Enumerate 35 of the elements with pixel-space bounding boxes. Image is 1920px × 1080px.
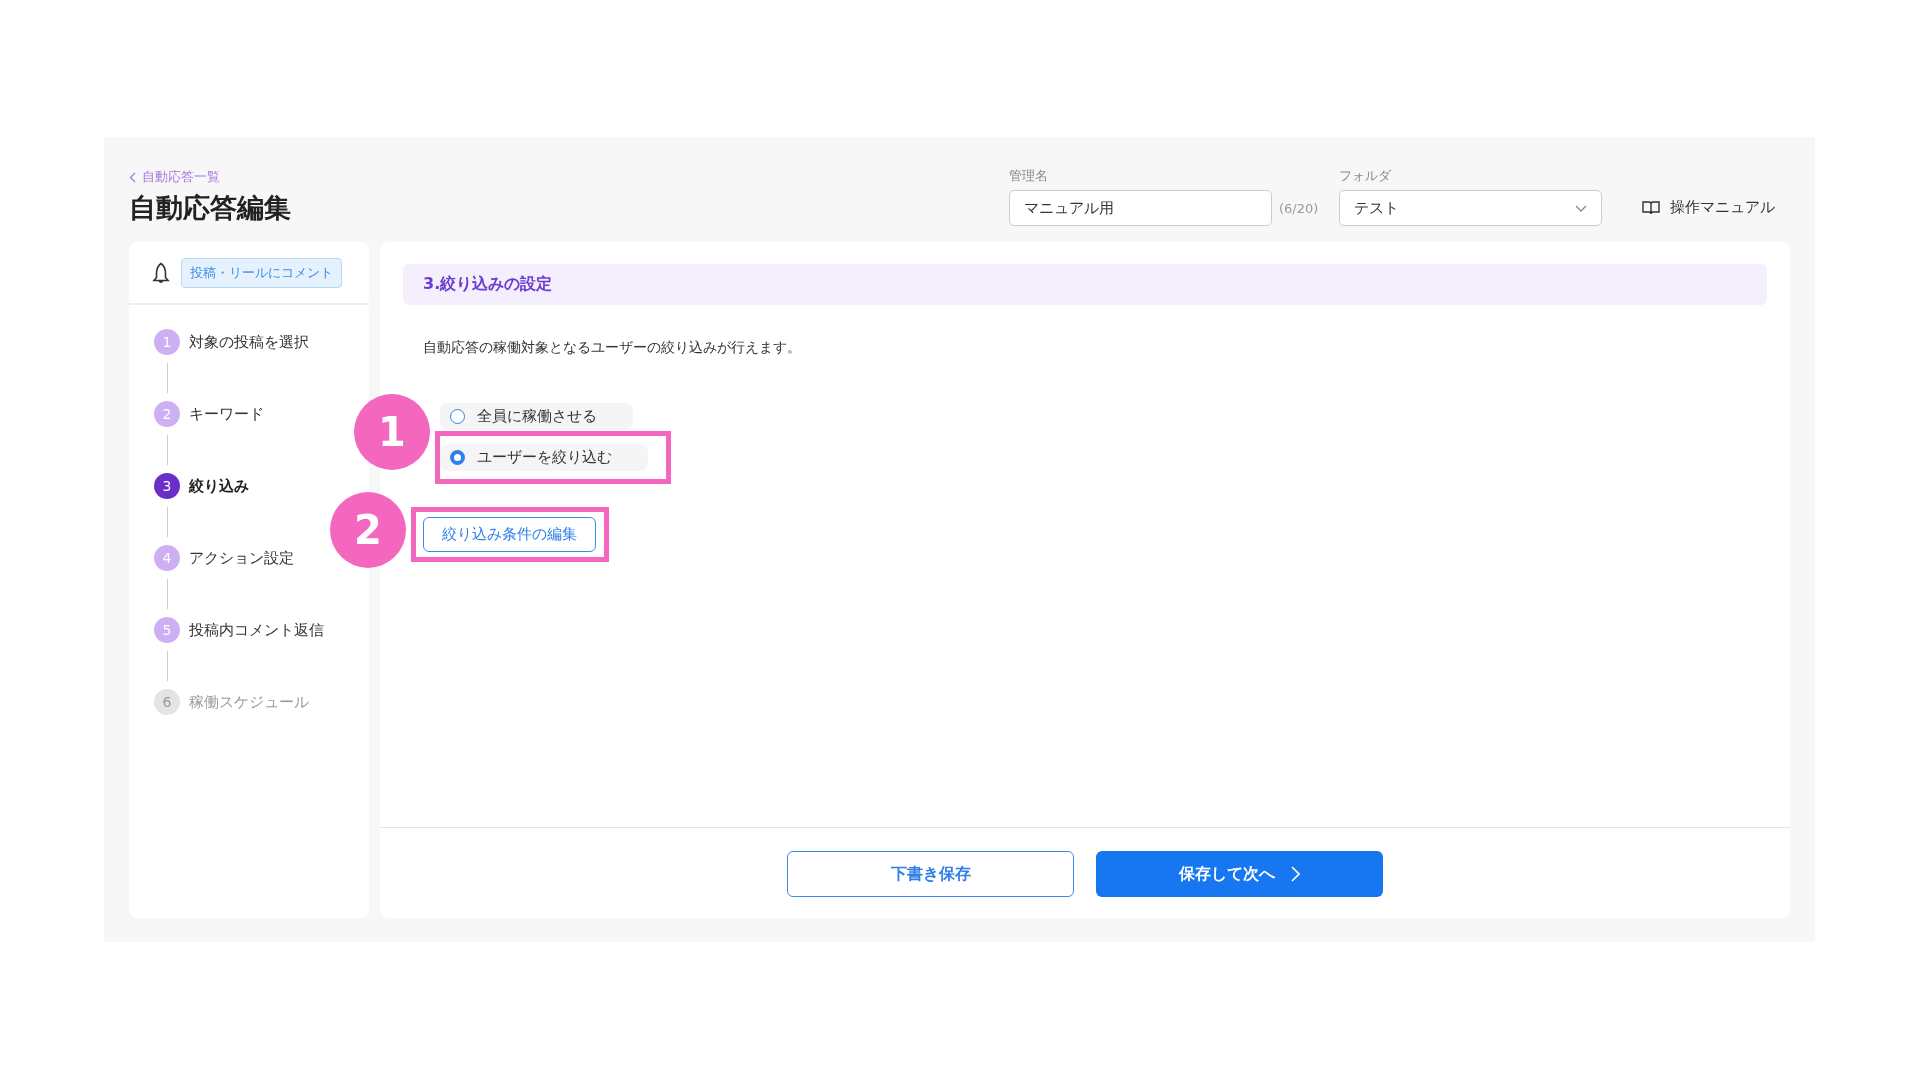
type-tag: 投稿・リールにコメント <box>181 258 342 288</box>
step-number: 1 <box>154 329 180 355</box>
step-number: 3 <box>154 473 180 499</box>
step-label[interactable]: 投稿内コメント返信 <box>189 620 324 640</box>
manual-link[interactable]: 操作マニュアル <box>1642 198 1775 217</box>
annotation-marker: 1 <box>354 394 430 470</box>
step-number: 5 <box>154 617 180 643</box>
radio-icon[interactable] <box>450 409 465 424</box>
step-label[interactable]: 対象の投稿を選択 <box>189 332 309 352</box>
chevron-left-icon <box>129 171 136 183</box>
save-next-button[interactable]: 保存して次へ <box>1096 851 1383 897</box>
section-description: 自動応答の稼働対象となるユーザーの絞り込みが行えます。 <box>423 339 802 357</box>
annotation-marker: 2 <box>330 492 406 568</box>
chevron-down-icon <box>1575 204 1587 212</box>
field-label: 管理名 <box>1009 167 1049 185</box>
step-label[interactable]: アクション設定 <box>189 548 294 568</box>
chevron-right-icon <box>1291 866 1300 882</box>
step-number: 6 <box>154 689 180 715</box>
radio-option[interactable]: ユーザーを絞り込む <box>440 444 648 471</box>
bell-icon <box>151 262 171 284</box>
character-counter: (6/20) <box>1279 201 1320 216</box>
step-number: 4 <box>154 545 180 571</box>
save-draft-button[interactable]: 下書き保存 <box>787 851 1074 897</box>
step-number: 2 <box>154 401 180 427</box>
section-header: 3.絞り込みの設定 <box>403 264 1767 305</box>
folder-select[interactable]: テスト <box>1339 190 1602 226</box>
page-title: 自動応答編集 <box>129 191 291 225</box>
radio-icon[interactable] <box>450 450 465 465</box>
step-label[interactable]: キーワード <box>189 404 264 424</box>
radio-option[interactable]: 全員に稼働させる <box>440 403 633 430</box>
step-label[interactable]: 絞り込み <box>189 476 249 496</box>
book-icon <box>1642 200 1660 215</box>
field-label: フォルダ <box>1339 167 1392 185</box>
name-input-field[interactable]: マニュアル用 <box>1009 190 1272 226</box>
edit-conditions-button[interactable]: 絞り込み条件の編集 <box>423 517 596 552</box>
